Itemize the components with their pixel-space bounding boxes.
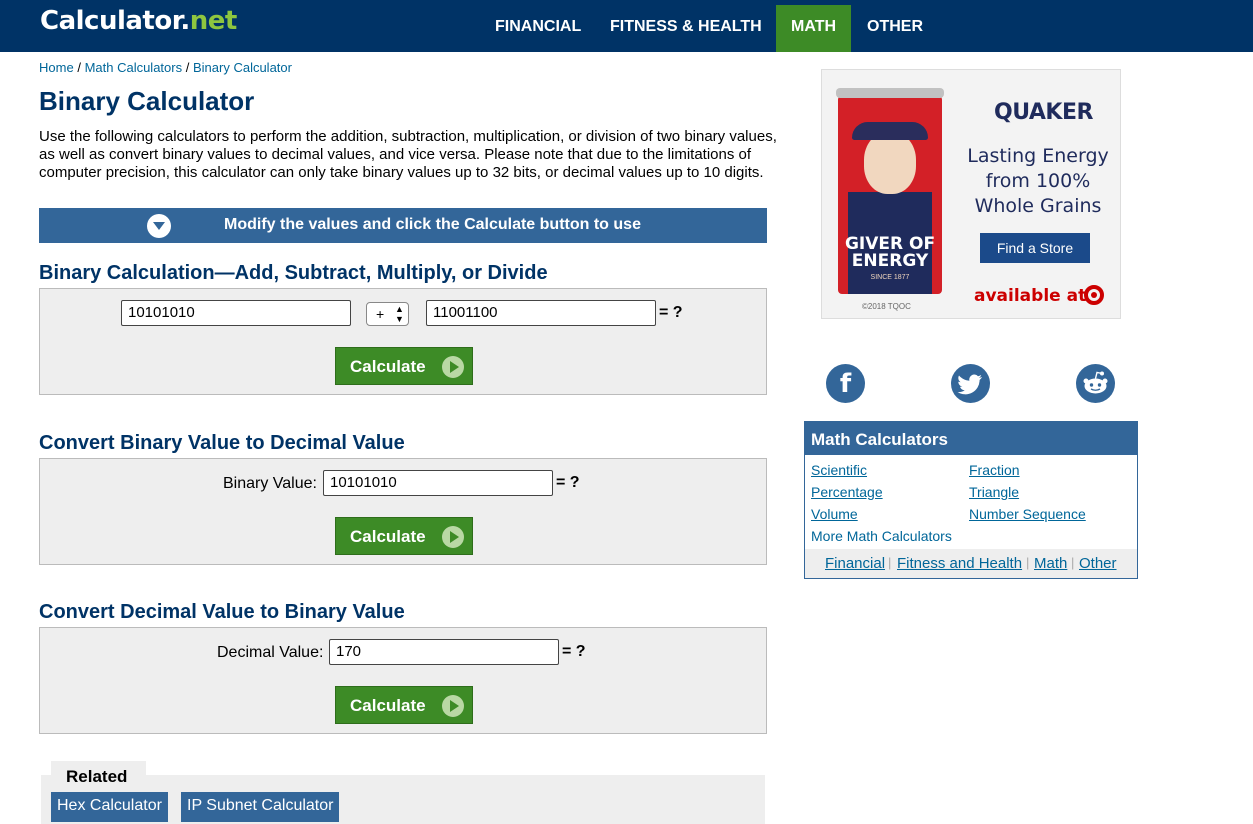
twitter-bird-glyph — [957, 374, 982, 395]
nav-financial[interactable]: FINANCIAL — [479, 5, 597, 52]
breadcrumb-binary-calculator[interactable]: Binary Calculator — [193, 60, 292, 75]
math-calculators-box: Math Calculators Scientific Fraction Per… — [804, 421, 1138, 579]
quaker-face — [864, 132, 916, 194]
footer-link-other[interactable]: Other — [1079, 555, 1117, 572]
binary-value-input[interactable]: 10101010 — [323, 470, 553, 496]
play-arrow-icon — [442, 356, 464, 378]
breadcrumb-separator: / — [77, 60, 81, 75]
oats-canister-image: GIVER OF ENERGY SINCE 1877 — [836, 88, 944, 294]
link-triangle[interactable]: Triangle — [969, 484, 1019, 500]
top-navigation-bar: Calculator.net FINANCIAL FITNESS & HEALT… — [0, 0, 1253, 52]
breadcrumb: Home / Math Calculators / Binary Calcula… — [39, 60, 292, 75]
find-store-button[interactable]: Find a Store — [980, 233, 1090, 263]
breadcrumb-home[interactable]: Home — [39, 60, 74, 75]
link-more-math-calculators[interactable]: More Math Calculators — [811, 528, 952, 544]
result-placeholder: = ? — [562, 643, 586, 660]
calculate-button-1[interactable]: Calculate — [335, 347, 473, 385]
related-tab: Related — [51, 761, 146, 789]
modify-values-bar[interactable]: Modify the values and click the Calculat… — [39, 208, 767, 243]
footer-link-fitness-health[interactable]: Fitness and Health — [897, 555, 1022, 572]
section-decimal-to-binary-title: Convert Decimal Value to Binary Value — [39, 601, 405, 623]
ad-available-at: available at — [974, 286, 1087, 306]
can-since: SINCE 1877 — [870, 274, 910, 281]
result-placeholder: = ? — [659, 304, 683, 321]
link-fraction[interactable]: Fraction — [969, 462, 1020, 478]
intro-text: Use the following calculators to perform… — [39, 128, 777, 181]
page-title: Binary Calculator — [39, 86, 255, 116]
chevron-down-icon — [147, 214, 171, 238]
nav-fitness-health[interactable]: FITNESS & HEALTH — [594, 5, 778, 52]
target-logo-icon — [1084, 285, 1104, 305]
quaker-hat — [852, 122, 928, 140]
result-placeholder: = ? — [556, 474, 580, 491]
operator-select[interactable]: + ▲ ▼ — [366, 302, 409, 326]
category-footer: Financial | Fitness and Health | Math | … — [805, 549, 1137, 578]
footer-separator: | — [1026, 555, 1030, 570]
calculate-label: Calculate — [350, 527, 426, 546]
advertisement[interactable]: GIVER OF ENERGY SINCE 1877 ©2018 TQOC QU… — [821, 69, 1121, 319]
site-logo[interactable]: Calculator.net — [40, 6, 237, 36]
ad-headline: Lasting Energy from 100% Whole Grains — [967, 145, 1109, 217]
binary-value-1-input[interactable]: 10101010 — [121, 300, 351, 326]
calculate-label: Calculate — [350, 357, 426, 376]
calculate-button-3[interactable]: Calculate — [335, 686, 473, 724]
twitter-icon[interactable] — [951, 364, 990, 403]
decimal-value-label: Decimal Value: — [217, 644, 324, 661]
canister-lid — [836, 88, 944, 98]
related-title: Related — [66, 767, 128, 786]
binary-to-decimal-panel: Binary Value: 10101010 = ? Calculate — [39, 458, 767, 565]
play-arrow-icon — [442, 526, 464, 548]
ad-copyright: ©2018 TQOC — [862, 302, 911, 311]
operator-selected: + — [376, 306, 385, 322]
footer-separator: | — [888, 555, 892, 570]
link-volume[interactable]: Volume — [811, 506, 858, 522]
link-percentage[interactable]: Percentage — [811, 484, 883, 500]
reddit-alien-glyph — [1083, 371, 1108, 394]
math-calculators-title: Math Calculators — [811, 430, 948, 449]
related-link-ip-subnet-calculator[interactable]: IP Subnet Calculator — [181, 792, 340, 822]
math-calculators-header: Math Calculators — [805, 422, 1137, 455]
breadcrumb-separator: / — [185, 60, 190, 75]
footer-link-financial[interactable]: Financial — [825, 555, 885, 572]
select-arrows-icon: ▲ ▼ — [395, 304, 404, 324]
ad-brand: QUAKER — [994, 100, 1093, 125]
calculate-label: Calculate — [350, 696, 426, 715]
related-link-hex-calculator[interactable]: Hex Calculator — [51, 792, 168, 822]
nav-other[interactable]: OTHER — [851, 5, 939, 52]
nav-math[interactable]: MATH — [776, 5, 852, 52]
calculate-button-2[interactable]: Calculate — [335, 517, 473, 555]
link-scientific[interactable]: Scientific — [811, 462, 867, 478]
decimal-to-binary-panel: Decimal Value: 170 = ? Calculate — [39, 627, 767, 734]
can-slogan: GIVER OF ENERGY — [844, 234, 936, 271]
facebook-glyph: f — [839, 369, 852, 399]
footer-separator: | — [1071, 555, 1075, 570]
binary-calculation-panel: 10101010 + ▲ ▼ 11001100 = ? Calculate — [39, 288, 767, 395]
modify-values-text: Modify the values and click the Calculat… — [224, 216, 641, 233]
reddit-icon[interactable] — [1076, 364, 1115, 403]
decimal-value-input[interactable]: 170 — [329, 639, 559, 665]
facebook-icon[interactable]: f — [826, 364, 865, 403]
breadcrumb-math-calculators[interactable]: Math Calculators — [85, 60, 183, 75]
section-binary-to-decimal-title: Convert Binary Value to Decimal Value — [39, 432, 405, 454]
play-arrow-icon — [442, 695, 464, 717]
link-number-sequence[interactable]: Number Sequence — [969, 506, 1086, 522]
footer-link-math[interactable]: Math — [1034, 555, 1067, 572]
binary-value-2-input[interactable]: 11001100 — [426, 300, 656, 326]
binary-value-label: Binary Value: — [223, 475, 317, 492]
section-binary-calculation-title: Binary Calculation—Add, Subtract, Multip… — [39, 262, 548, 284]
